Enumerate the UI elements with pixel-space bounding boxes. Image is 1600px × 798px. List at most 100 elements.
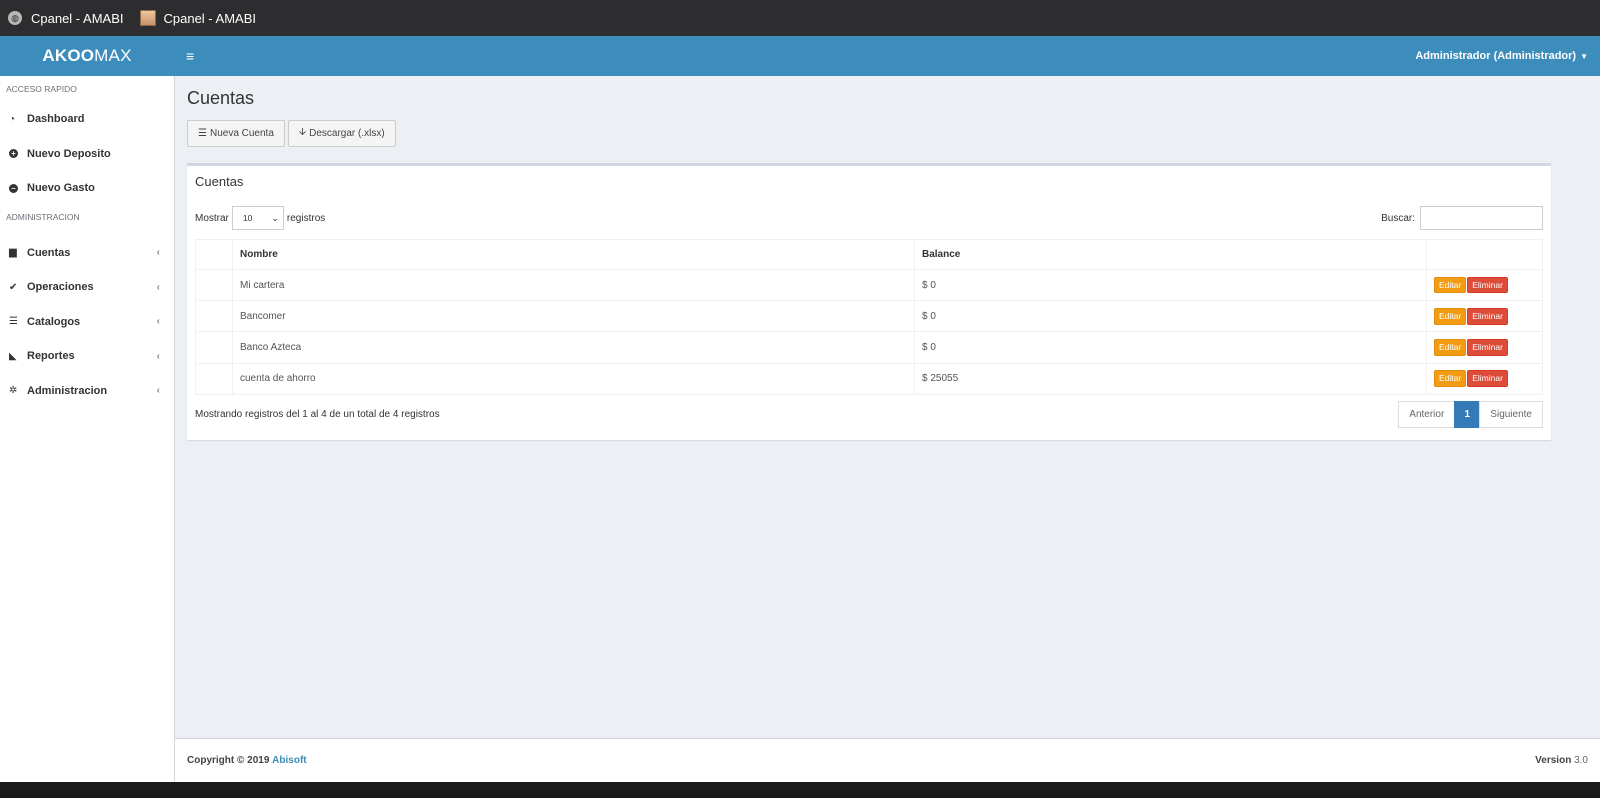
sidebar-item-label: Nuevo Deposito bbox=[27, 147, 111, 160]
sidebar-item-dashboard[interactable]: ◔ Dashboard bbox=[0, 102, 174, 137]
table-header-row: Nombre Balance bbox=[195, 239, 1543, 270]
sidebar-section-header: ACCESO RAPIDO bbox=[6, 84, 77, 94]
version-label: Version bbox=[1535, 755, 1572, 766]
table-row: cuenta de ahorro $ 25055 Editar Eliminar bbox=[195, 362, 1543, 395]
new-account-button[interactable]: ☰ Nueva Cuenta bbox=[187, 120, 285, 147]
pagination-next[interactable]: Siguiente bbox=[1479, 401, 1543, 428]
sidebar-item-label: Administracion bbox=[27, 384, 108, 397]
sidebar-item-label: Catalogos bbox=[27, 315, 81, 328]
favicon-icon bbox=[139, 10, 156, 26]
sidebar-item-catalogos[interactable]: ☰ Catalogos ‹ bbox=[0, 305, 174, 340]
delete-button[interactable]: Eliminar bbox=[1467, 339, 1508, 356]
row-actions: Editar Eliminar bbox=[1426, 362, 1543, 395]
page-length-select[interactable]: 10 ⌄ bbox=[231, 206, 284, 230]
column-header-actions bbox=[1426, 239, 1543, 270]
table-search: Buscar: bbox=[1381, 206, 1543, 230]
row-name: Mi cartera bbox=[232, 268, 915, 302]
table-row: Bancomer $ 0 Editar Eliminar bbox=[195, 300, 1543, 333]
search-label: Buscar: bbox=[1381, 212, 1415, 224]
area-chart-icon: ◣ bbox=[9, 350, 17, 362]
delete-button[interactable]: Eliminar bbox=[1467, 308, 1508, 325]
row-name: cuenta de ahorro bbox=[232, 362, 915, 395]
pagination-page-1[interactable]: 1 bbox=[1454, 401, 1481, 428]
sidebar-item-administracion[interactable]: ✲ Administracion ‹ bbox=[0, 374, 174, 409]
version-number: 3.0 bbox=[1574, 755, 1588, 766]
chevron-left-icon: ‹ bbox=[156, 385, 160, 397]
plus-circle-icon: + bbox=[9, 149, 27, 159]
database-icon: ☰ bbox=[9, 316, 18, 328]
column-header-nombre[interactable]: Nombre bbox=[232, 239, 915, 270]
table-row: Mi cartera $ 0 Editar Eliminar bbox=[195, 268, 1543, 302]
row-actions: Editar Eliminar bbox=[1426, 268, 1543, 302]
row-index-cell bbox=[195, 331, 233, 364]
download-arrow-icon: 🡫 bbox=[298, 127, 307, 138]
pagination: Anterior 1 Siguiente bbox=[1398, 401, 1543, 428]
sidebar-item-nuevo-deposito[interactable]: + Nuevo Deposito bbox=[0, 137, 174, 172]
edit-button[interactable]: Editar bbox=[1434, 339, 1467, 356]
browser-tab[interactable]: Cpanel - AMABI bbox=[139, 10, 257, 26]
window-titlebar: ◍ Cpanel - AMABI Cpanel - AMABI bbox=[0, 0, 1600, 36]
check-icon: ✔ bbox=[9, 281, 18, 293]
row-balance: $ 0 bbox=[914, 268, 1427, 302]
tab-title: Cpanel - AMABI bbox=[31, 10, 124, 26]
list-icon: ☰ bbox=[198, 128, 207, 139]
user-name: Administrador (Administrador) bbox=[1415, 50, 1577, 62]
row-index-cell bbox=[195, 268, 233, 302]
pagination-previous[interactable]: Anterior bbox=[1398, 401, 1456, 428]
edit-button[interactable]: Editar bbox=[1434, 370, 1467, 387]
table-info: Mostrando registros del 1 al 4 de un tot… bbox=[195, 409, 440, 420]
sidebar-item-reportes[interactable]: ◣ Reportes ‹ bbox=[0, 339, 174, 374]
copyright: Copyright © 2019 Abisoft bbox=[187, 755, 307, 766]
tab-title: Cpanel - AMABI bbox=[163, 10, 257, 26]
accounts-table: Nombre Balance Mi cartera $ 0 Editar Elim… bbox=[195, 239, 1543, 395]
delete-button[interactable]: Eliminar bbox=[1467, 370, 1508, 387]
row-actions: Editar Eliminar bbox=[1426, 331, 1543, 364]
column-header-balance[interactable]: Balance bbox=[914, 239, 1427, 270]
row-balance: $ 0 bbox=[914, 300, 1427, 333]
show-entries: Mostrar 10 ⌄ registros bbox=[195, 206, 325, 230]
content-wrapper: Cuentas ☰ Nueva Cuenta 🡫 Descargar (.xls… bbox=[175, 76, 1600, 738]
box-title: Cuentas bbox=[195, 174, 244, 189]
delete-button[interactable]: Eliminar bbox=[1467, 276, 1508, 294]
row-balance: $ 25055 bbox=[914, 362, 1427, 395]
sidebar-section-header: ADMINISTRACION bbox=[6, 211, 80, 222]
chevron-left-icon: ‹ bbox=[156, 316, 160, 328]
version-info: Version 3.0 bbox=[1535, 755, 1588, 766]
minus-circle-icon: – bbox=[9, 183, 27, 193]
browser-tab[interactable]: ◍ Cpanel - AMABI bbox=[8, 11, 124, 26]
chevron-left-icon: ‹ bbox=[156, 247, 160, 259]
sidebar-item-label: Cuentas bbox=[27, 246, 71, 259]
user-menu[interactable]: Administrador (Administrador) ▼ bbox=[1415, 50, 1588, 62]
chevron-left-icon: ‹ bbox=[156, 350, 160, 362]
edit-button[interactable]: Editar bbox=[1434, 276, 1467, 294]
row-balance: $ 0 bbox=[914, 331, 1427, 364]
sidebar-item-nuevo-gasto[interactable]: – Nuevo Gasto bbox=[0, 171, 174, 206]
sidebar-item-cuentas[interactable]: ▆ Cuentas ‹ bbox=[0, 236, 174, 271]
edit-button[interactable]: Editar bbox=[1434, 308, 1467, 325]
copyright-text: Copyright © 2019 bbox=[187, 755, 270, 766]
chevron-left-icon: ‹ bbox=[156, 281, 160, 293]
sidebar-item-label: Nuevo Gasto bbox=[27, 182, 95, 195]
main-header: AKOO MAX ≡ Administrador (Administrador) ▼ bbox=[0, 36, 1600, 76]
button-label: Nueva Cuenta bbox=[209, 128, 274, 139]
show-prefix: Mostrar bbox=[195, 212, 229, 224]
show-suffix: registros bbox=[286, 212, 326, 224]
download-xlsx-button[interactable]: 🡫 Descargar (.xlsx) bbox=[287, 120, 396, 147]
briefcase-icon: ▆ bbox=[9, 247, 17, 259]
accounts-box: Cuentas Mostrar 10 ⌄ registros Buscar: N… bbox=[187, 163, 1551, 440]
page-length-value: 10 bbox=[242, 213, 253, 223]
gear-icon: ✲ bbox=[9, 385, 18, 397]
column-header-index[interactable] bbox=[195, 239, 233, 270]
app-logo[interactable]: AKOO MAX bbox=[0, 36, 174, 76]
chevron-down-icon: ⌄ bbox=[271, 212, 279, 223]
page-toolbar: ☰ Nueva Cuenta 🡫 Descargar (.xlsx) bbox=[187, 120, 399, 147]
brand-link[interactable]: Abisoft bbox=[272, 755, 306, 766]
sidebar-item-label: Reportes bbox=[27, 350, 75, 363]
search-input[interactable] bbox=[1420, 206, 1543, 230]
main-footer: Copyright © 2019 Abisoft Version 3.0 bbox=[175, 738, 1600, 782]
hamburger-icon[interactable]: ≡ bbox=[186, 48, 194, 64]
sidebar-item-label: Operaciones bbox=[27, 281, 94, 294]
row-actions: Editar Eliminar bbox=[1426, 300, 1543, 333]
dashboard-icon: ◔ bbox=[9, 113, 16, 125]
sidebar-item-operaciones[interactable]: ✔ Operaciones ‹ bbox=[0, 270, 174, 305]
